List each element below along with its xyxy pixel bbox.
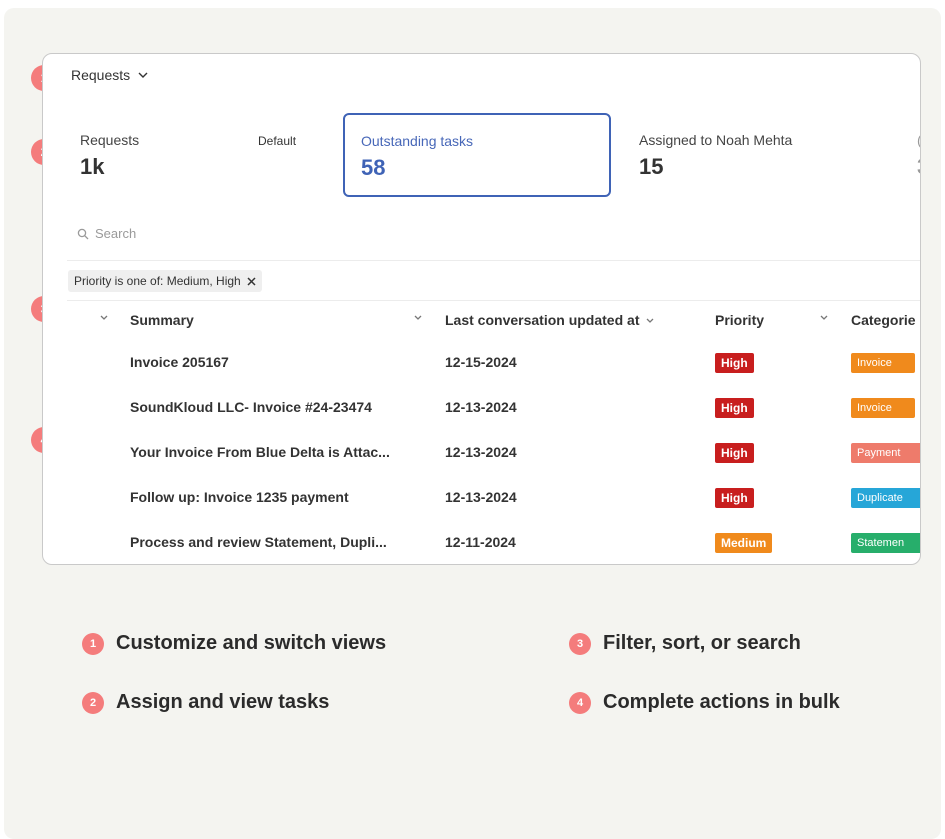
tile-label: Outstanding tasks <box>361 133 474 149</box>
tile-value: 1k <box>80 154 105 179</box>
category-badge: Statemen <box>851 533 920 553</box>
chevron-down-icon <box>820 315 828 320</box>
search-input[interactable]: Search <box>77 226 136 241</box>
table-row[interactable]: Process and review Statement, Dupli... 1… <box>43 522 920 564</box>
tile-outstanding-tasks[interactable]: Outstanding tasks 58 <box>343 113 611 197</box>
legend-item-2: 2 Assign and view tasks <box>82 691 329 714</box>
table-row[interactable]: SoundKloud LLC- Invoice #24-23474 12-13-… <box>43 387 920 432</box>
tile-value: 58 <box>361 155 386 180</box>
default-tag: Default <box>258 134 297 148</box>
summary-cell: Process and review Statement, Dupli... <box>130 534 387 550</box>
column-header-label: Priority <box>715 312 765 328</box>
sort-toggle[interactable] <box>819 312 829 322</box>
search-placeholder: Search <box>95 226 137 241</box>
select-all-toggle[interactable] <box>99 312 109 322</box>
divider <box>67 260 920 261</box>
tile-value: 15 <box>639 154 664 179</box>
category-badge: Payment <box>851 443 920 463</box>
priority-badge: High <box>715 398 754 418</box>
legend-item-3: 3 Filter, sort, or search <box>569 632 801 655</box>
summary-cell: Invoice 205167 <box>130 354 229 370</box>
tile-label: ( <box>917 132 920 148</box>
column-header-label: Last conversation updated at <box>445 312 640 328</box>
category-badge: Invoice <box>851 398 915 418</box>
table-row[interactable]: Your Invoice From Blue Delta is Attac...… <box>43 432 920 477</box>
date-cell: 12-11-2024 <box>445 534 516 550</box>
tile-label: Assigned to Noah Mehta <box>639 132 793 148</box>
tile-assigned-to-noah[interactable]: Assigned to Noah Mehta 15 <box>639 112 859 198</box>
chevron-down-icon <box>647 318 654 323</box>
tile-requests[interactable]: Requests 1k Default <box>80 112 312 198</box>
table-row[interactable]: Follow up: Invoice 1235 payment 12-13-20… <box>43 477 920 522</box>
tile-partial[interactable]: ( 3 <box>917 112 920 198</box>
filter-chip[interactable]: Priority is one of: Medium, High <box>68 270 262 292</box>
app-window: Requests Requests 1k Default Outstanding… <box>42 53 921 565</box>
priority-badge: Medium <box>715 533 773 553</box>
tile-value: 3 <box>917 154 920 180</box>
legend-text: Complete actions in bulk <box>603 691 840 713</box>
date-cell: 12-13-2024 <box>445 399 517 415</box>
date-cell: 12-13-2024 <box>445 444 517 460</box>
column-header-priority[interactable]: Priority <box>715 312 764 328</box>
category-badge: Duplicate <box>851 488 920 508</box>
legend-number-badge: 2 <box>82 691 104 714</box>
priority-badge: High <box>715 443 754 463</box>
view-switcher-label: Requests <box>71 67 131 83</box>
priority-badge: High <box>715 353 754 373</box>
legend-number-badge: 1 <box>82 632 104 655</box>
legend-text: Filter, sort, or search <box>603 632 801 654</box>
date-cell: 12-15-2024 <box>445 354 517 370</box>
view-switcher[interactable]: Requests <box>71 67 148 83</box>
chevron-down-icon <box>100 315 108 320</box>
column-header-categories[interactable]: Categorie <box>851 312 916 328</box>
legend-item-1: 1 Customize and switch views <box>82 632 386 655</box>
legend-text: Assign and view tasks <box>116 691 330 713</box>
close-icon[interactable] <box>247 276 256 286</box>
summary-cell: Your Invoice From Blue Delta is Attac... <box>130 444 390 460</box>
divider <box>67 300 920 301</box>
table-header: Summary Last conversation updated at Pri… <box>43 312 920 334</box>
sort-toggle[interactable] <box>413 312 423 322</box>
legend-text: Customize and switch views <box>116 632 387 654</box>
summary-cell: SoundKloud LLC- Invoice #24-23474 <box>130 399 372 415</box>
legend-number-badge: 3 <box>569 632 591 655</box>
legend-item-4: 4 Complete actions in bulk <box>569 691 840 714</box>
search-icon <box>77 228 89 239</box>
legend-number-badge: 4 <box>569 691 591 714</box>
summary-cell: Follow up: Invoice 1235 payment <box>130 489 349 505</box>
column-header-label: Categorie <box>851 312 916 328</box>
filter-chip-label: Priority is one of: Medium, High <box>74 274 241 288</box>
date-cell: 12-13-2024 <box>445 489 517 505</box>
priority-badge: High <box>715 488 754 508</box>
column-header-last-updated[interactable]: Last conversation updated at <box>445 312 655 328</box>
table-row[interactable]: Invoice 205167 12-15-2024 High Invoice <box>43 342 920 387</box>
chevron-down-icon <box>414 315 422 320</box>
chevron-down-icon <box>138 72 148 78</box>
column-header-label: Summary <box>130 312 194 328</box>
category-badge: Invoice <box>851 353 915 373</box>
column-header-summary[interactable]: Summary <box>130 312 194 328</box>
